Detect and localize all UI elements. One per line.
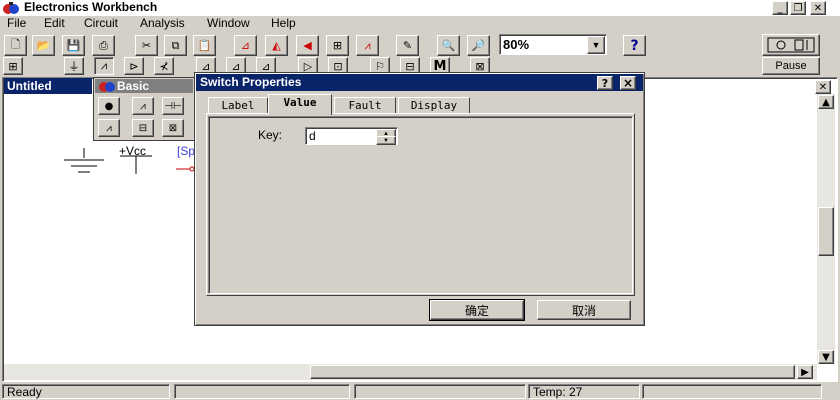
vcc-symbol-icon[interactable]: [118, 154, 154, 176]
key-value: d: [309, 129, 316, 143]
transistors-icon[interactable]: ⊀: [154, 57, 174, 75]
sources-icon[interactable]: ⏚: [64, 57, 84, 75]
rotate-icon[interactable]: ⊿: [234, 35, 257, 56]
inductor-icon[interactable]: ⊟: [132, 119, 154, 137]
restore-button[interactable]: ❐: [790, 1, 806, 15]
menu-analysis[interactable]: Analysis: [140, 16, 185, 30]
menu-circuit[interactable]: Circuit: [84, 16, 118, 30]
horizontal-scroll-thumb[interactable]: [310, 365, 795, 379]
new-file-icon[interactable]: 🗋: [4, 35, 27, 56]
tab-fault[interactable]: Fault: [334, 97, 396, 114]
chevron-down-icon[interactable]: ▼: [587, 36, 605, 54]
scroll-right-icon[interactable]: ▶: [797, 365, 813, 379]
dialog-help-button[interactable]: ?: [597, 76, 613, 90]
app-title: Electronics Workbench: [24, 0, 158, 14]
potentiometer-icon[interactable]: ⩘: [98, 119, 120, 137]
component-properties-icon[interactable]: ✎: [396, 35, 419, 56]
menubar: [0, 16, 840, 32]
status-cell-3: [354, 384, 526, 399]
switch-wire-icon[interactable]: [176, 165, 196, 173]
resistor-icon[interactable]: ⩘: [132, 97, 154, 115]
status-cell-2: [174, 384, 350, 399]
document-close-icon[interactable]: ✕: [815, 80, 831, 94]
stepper-down-icon[interactable]: ▼: [376, 136, 396, 145]
dialog-title: Switch Properties: [196, 74, 643, 91]
minimize-button[interactable]: _: [772, 1, 788, 15]
tab-value[interactable]: Value: [268, 94, 332, 115]
cut-icon[interactable]: ✂: [135, 35, 158, 56]
vertical-scroll-thumb[interactable]: [818, 207, 834, 256]
status-cell-5: [642, 384, 822, 399]
switch-label: [Sp: [177, 144, 196, 158]
transformer-icon[interactable]: ⊠: [162, 119, 184, 137]
value-panel-area: [208, 116, 633, 294]
status-temp: Temp: 27: [528, 384, 640, 399]
parts-bin-icon[interactable]: ⊞: [3, 57, 23, 75]
document-title: Untitled: [4, 78, 92, 94]
dialog-close-button[interactable]: ×: [620, 76, 636, 90]
copy-icon[interactable]: ⧉: [164, 35, 187, 56]
tab-label[interactable]: Label: [208, 97, 268, 114]
menu-edit[interactable]: Edit: [44, 16, 65, 30]
help-button[interactable]: ?: [623, 35, 646, 56]
subcircuit-icon[interactable]: ⊞: [326, 35, 349, 56]
key-label: Key:: [258, 128, 283, 142]
menu-help[interactable]: Help: [271, 16, 296, 30]
basic-resistor-icon[interactable]: ⩘: [94, 57, 114, 75]
menu-window[interactable]: Window: [207, 16, 250, 30]
close-window-button[interactable]: ✕: [810, 1, 826, 15]
zoom-value: 80%: [503, 37, 530, 52]
status-text: Ready: [2, 384, 170, 399]
zoom-out-icon[interactable]: 🔍: [437, 35, 460, 56]
connector-icon[interactable]: ●: [98, 97, 120, 115]
scroll-up-icon[interactable]: ▲: [818, 95, 834, 109]
key-field[interactable]: d ▲ ▼: [305, 127, 398, 145]
paste-icon[interactable]: 📋: [193, 35, 216, 56]
cancel-button[interactable]: 取消: [537, 300, 631, 320]
diodes-icon[interactable]: ⊳: [124, 57, 144, 75]
save-icon[interactable]: 💾: [62, 35, 85, 56]
tab-display[interactable]: Display: [398, 97, 470, 114]
ok-button[interactable]: 确定: [429, 299, 525, 321]
flip-horizontal-icon[interactable]: ◭: [265, 35, 288, 56]
pause-button[interactable]: Pause: [762, 57, 820, 75]
scroll-down-icon[interactable]: ▼: [818, 350, 834, 364]
print-icon[interactable]: ⎙: [92, 35, 115, 56]
capacitor-icon[interactable]: ⊣⊢: [162, 97, 184, 115]
ground-symbol-icon[interactable]: [62, 148, 106, 178]
power-switch[interactable]: [762, 34, 820, 56]
open-folder-icon[interactable]: 📂: [32, 35, 55, 56]
palette-logo-icon: [98, 79, 116, 93]
graph-icon[interactable]: ⩘: [356, 35, 379, 56]
zoom-in-icon[interactable]: 🔎: [467, 35, 490, 56]
app-logo-icon: [2, 1, 20, 15]
flip-vertical-icon[interactable]: ◀: [296, 35, 319, 56]
zoom-select[interactable]: 80% ▼: [499, 34, 607, 55]
menu-file[interactable]: File: [7, 16, 26, 30]
